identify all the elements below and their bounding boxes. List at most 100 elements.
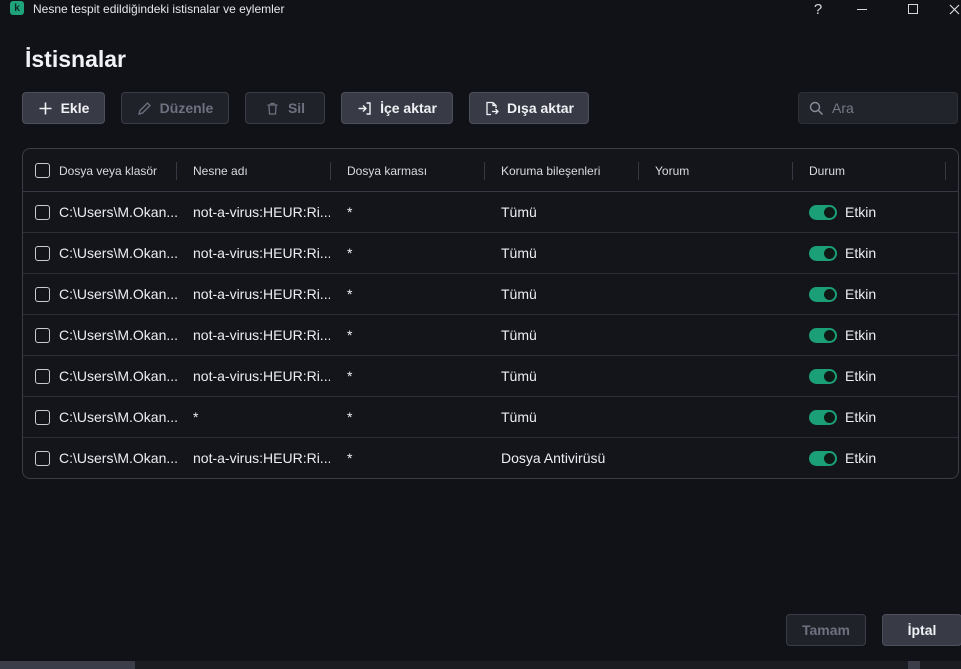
cell-object: not-a-virus:HEUR:Ri...: [193, 286, 330, 302]
cell-components: Tümü: [501, 204, 537, 220]
window-title: Nesne tespit edildiğindeki istisnalar ve…: [33, 2, 285, 16]
row-checkbox[interactable]: [35, 410, 50, 425]
status-toggle[interactable]: [809, 287, 837, 302]
cell-comment: [655, 356, 785, 396]
row-checkbox[interactable]: [35, 451, 50, 466]
row-checkbox[interactable]: [35, 328, 50, 343]
cell-components: Dosya Antivirüsü: [501, 450, 606, 466]
status-toggle[interactable]: [809, 369, 837, 384]
header-hash[interactable]: Dosya karması: [347, 149, 427, 192]
cell-file: C:\Users\M.Okan...: [59, 450, 179, 466]
close-button[interactable]: [934, 0, 961, 18]
cell-hash: *: [347, 450, 353, 466]
row-checkbox[interactable]: [35, 369, 50, 384]
cell-hash: *: [347, 245, 353, 261]
export-icon: [486, 101, 499, 115]
header-file[interactable]: Dosya veya klasör: [59, 149, 157, 192]
scrollbar-thumb[interactable]: [0, 661, 135, 669]
status-toggle[interactable]: [809, 246, 837, 261]
trash-icon: [267, 102, 278, 115]
table-row[interactable]: C:\Users\M.Okan... not-a-virus:HEUR:Ri..…: [23, 192, 958, 233]
table-row[interactable]: C:\Users\M.Okan... not-a-virus:HEUR:Ri..…: [23, 233, 958, 274]
minimize-icon: [857, 8, 867, 10]
cell-hash: *: [347, 286, 353, 302]
minimize-button[interactable]: [842, 0, 882, 18]
edit-button-label: Düzenle: [159, 100, 214, 116]
cell-components: Tümü: [501, 409, 537, 425]
column-divider[interactable]: [792, 162, 793, 180]
edit-button[interactable]: Düzenle: [121, 92, 229, 124]
cell-object: not-a-virus:HEUR:Ri...: [193, 450, 330, 466]
cell-object: *: [193, 409, 199, 425]
import-icon: [358, 101, 371, 115]
cell-file: C:\Users\M.Okan...: [59, 409, 179, 425]
cell-status: Etkin: [845, 409, 877, 425]
maximize-icon: [908, 4, 918, 14]
add-button-label: Ekle: [60, 100, 90, 116]
export-button[interactable]: Dışa aktar: [469, 92, 589, 124]
cell-components: Tümü: [501, 245, 537, 261]
exclusions-table: Dosya veya klasör Nesne adı Dosya karmas…: [22, 148, 959, 479]
import-button[interactable]: İçe aktar: [341, 92, 453, 124]
cell-object: not-a-virus:HEUR:Ri...: [193, 327, 330, 343]
column-divider[interactable]: [330, 162, 331, 180]
ok-button[interactable]: Tamam: [786, 614, 866, 646]
column-divider[interactable]: [945, 162, 946, 180]
maximize-button[interactable]: [893, 0, 933, 18]
status-toggle[interactable]: [809, 205, 837, 220]
cell-comment: [655, 397, 785, 437]
cell-status: Etkin: [845, 204, 877, 220]
cell-comment: [655, 274, 785, 314]
header-comment[interactable]: Yorum: [655, 149, 689, 192]
cell-hash: *: [347, 368, 353, 384]
page-title: İstisnalar: [25, 46, 126, 72]
cell-object: not-a-virus:HEUR:Ri...: [193, 204, 330, 220]
search-input[interactable]: [832, 100, 942, 116]
cell-file: C:\Users\M.Okan...: [59, 204, 179, 220]
cell-status: Etkin: [845, 368, 877, 384]
delete-button[interactable]: Sil: [245, 92, 325, 124]
header-object[interactable]: Nesne adı: [193, 149, 248, 192]
pencil-icon: [137, 101, 151, 115]
title-bar: k Nesne tespit edildiğindeki istisnalar …: [0, 0, 961, 18]
close-icon: [949, 4, 959, 14]
status-toggle[interactable]: [809, 328, 837, 343]
cell-status: Etkin: [845, 286, 877, 302]
app-logo-letter: k: [14, 2, 20, 14]
scrollbar-end: [908, 661, 920, 669]
table-row[interactable]: C:\Users\M.Okan... not-a-virus:HEUR:Ri..…: [23, 438, 958, 478]
cell-components: Tümü: [501, 286, 537, 302]
status-toggle[interactable]: [809, 451, 837, 466]
cell-components: Tümü: [501, 327, 537, 343]
column-divider[interactable]: [638, 162, 639, 180]
select-all-checkbox[interactable]: [35, 163, 50, 178]
cell-object: not-a-virus:HEUR:Ri...: [193, 368, 330, 384]
add-button[interactable]: Ekle: [22, 92, 105, 124]
table-row[interactable]: C:\Users\M.Okan... not-a-virus:HEUR:Ri..…: [23, 356, 958, 397]
delete-button-label: Sil: [287, 100, 306, 116]
row-checkbox[interactable]: [35, 205, 50, 220]
horizontal-scrollbar[interactable]: [0, 661, 961, 669]
status-toggle[interactable]: [809, 410, 837, 425]
cell-file: C:\Users\M.Okan...: [59, 368, 179, 384]
cancel-button[interactable]: İptal: [882, 614, 961, 646]
column-divider[interactable]: [176, 162, 177, 180]
cell-hash: *: [347, 204, 353, 220]
cell-hash: *: [347, 409, 353, 425]
cell-components: Tümü: [501, 368, 537, 384]
row-checkbox[interactable]: [35, 287, 50, 302]
header-status[interactable]: Durum: [809, 149, 845, 192]
help-button[interactable]: ?: [798, 0, 838, 18]
header-components[interactable]: Koruma bileşenleri: [501, 149, 600, 192]
cell-status: Etkin: [845, 245, 877, 261]
table-row[interactable]: C:\Users\M.Okan... not-a-virus:HEUR:Ri..…: [23, 274, 958, 315]
table-row[interactable]: C:\Users\M.Okan... not-a-virus:HEUR:Ri..…: [23, 315, 958, 356]
plus-icon: [39, 102, 52, 114]
search-box[interactable]: [798, 92, 958, 124]
search-icon: [809, 101, 824, 115]
row-checkbox[interactable]: [35, 246, 50, 261]
cell-comment: [655, 438, 785, 478]
cell-object: not-a-virus:HEUR:Ri...: [193, 245, 330, 261]
table-row[interactable]: C:\Users\M.Okan... * * Tümü Etkin: [23, 397, 958, 438]
column-divider[interactable]: [484, 162, 485, 180]
